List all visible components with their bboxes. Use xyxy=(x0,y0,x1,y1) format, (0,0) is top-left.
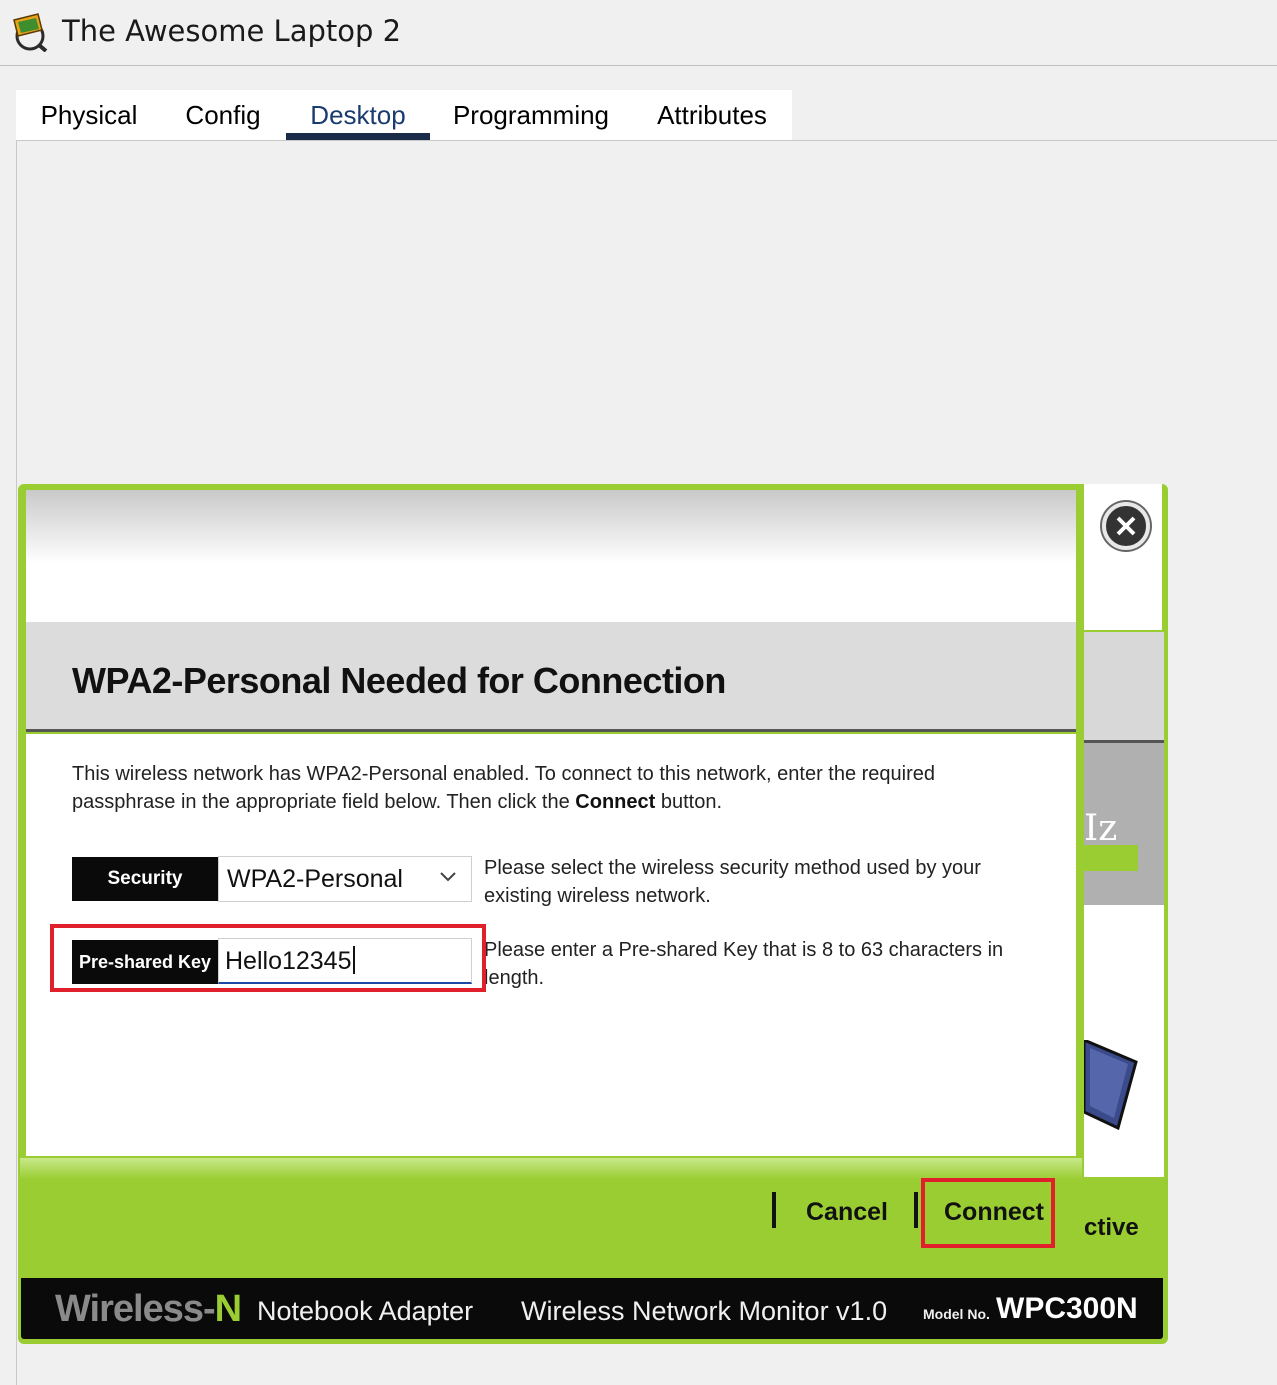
monitor-partial-active-text: ctive xyxy=(1084,1214,1139,1241)
security-hint: Please select the wireless security meth… xyxy=(484,857,981,907)
dialog-title: WPA2-Personal Needed for Connection xyxy=(72,660,726,701)
tab-config[interactable]: Config xyxy=(176,90,270,140)
tab-bar: Physical Config Desktop Programming Attr… xyxy=(16,90,792,140)
cancel-button[interactable]: Cancel xyxy=(806,1198,888,1227)
laptop-app-icon xyxy=(8,12,48,53)
monitor-signal-strip xyxy=(1084,845,1138,871)
security-select[interactable]: WPA2-Personal xyxy=(218,856,472,902)
brand-wireless-n: Wireless-N xyxy=(55,1288,242,1331)
title-bar: The Awesome Laptop 2 xyxy=(0,0,1277,66)
close-button[interactable] xyxy=(1102,502,1150,550)
dialog-top-panel xyxy=(26,490,1076,624)
connect-button-highlight xyxy=(921,1178,1055,1248)
pre-shared-key-hint: Please enter a Pre-shared Key that is 8 … xyxy=(484,939,1004,989)
close-icon xyxy=(1116,516,1136,536)
wpa2-dialog: WPA2-Personal Needed for Connection This… xyxy=(20,486,1082,1278)
model-number: WPC300N xyxy=(996,1292,1138,1325)
adapter-card-image xyxy=(1082,1037,1138,1135)
tab-desktop[interactable]: Desktop xyxy=(286,90,430,140)
brand-wireless-text: Wireless- xyxy=(55,1288,216,1330)
tab-physical[interactable]: Physical xyxy=(16,90,162,140)
dialog-description: This wireless network has WPA2-Personal … xyxy=(72,760,972,816)
chevron-down-icon xyxy=(440,872,456,882)
dialog-header: WPA2-Personal Needed for Connection xyxy=(26,622,1076,732)
description-text: This wireless network has WPA2-Personal … xyxy=(72,763,936,813)
tab-attributes[interactable]: Attributes xyxy=(640,90,784,140)
button-separator xyxy=(914,1192,918,1228)
button-separator xyxy=(772,1192,776,1228)
description-text-end: button. xyxy=(655,791,722,813)
description-bold-text: Connect xyxy=(575,791,656,813)
brand-adapter: Notebook Adapter xyxy=(257,1296,474,1326)
monitor-footer: Wireless-N Notebook Adapter Wireless Net… xyxy=(18,1278,1166,1342)
window-title: The Awesome Laptop 2 xyxy=(62,14,402,48)
tab-programming[interactable]: Programming xyxy=(444,90,618,140)
brand-n-text: N xyxy=(214,1288,242,1330)
monitor-panel-grey xyxy=(1084,632,1164,740)
security-label: Security xyxy=(72,857,218,901)
security-select-value: WPA2-Personal xyxy=(227,865,403,893)
monitor-partial-text: Iz xyxy=(1084,808,1118,849)
key-field-highlight xyxy=(50,924,486,992)
brand-monitor-version: Wireless Network Monitor v1.0 xyxy=(521,1296,888,1326)
model-label: Model No. xyxy=(923,1306,990,1322)
